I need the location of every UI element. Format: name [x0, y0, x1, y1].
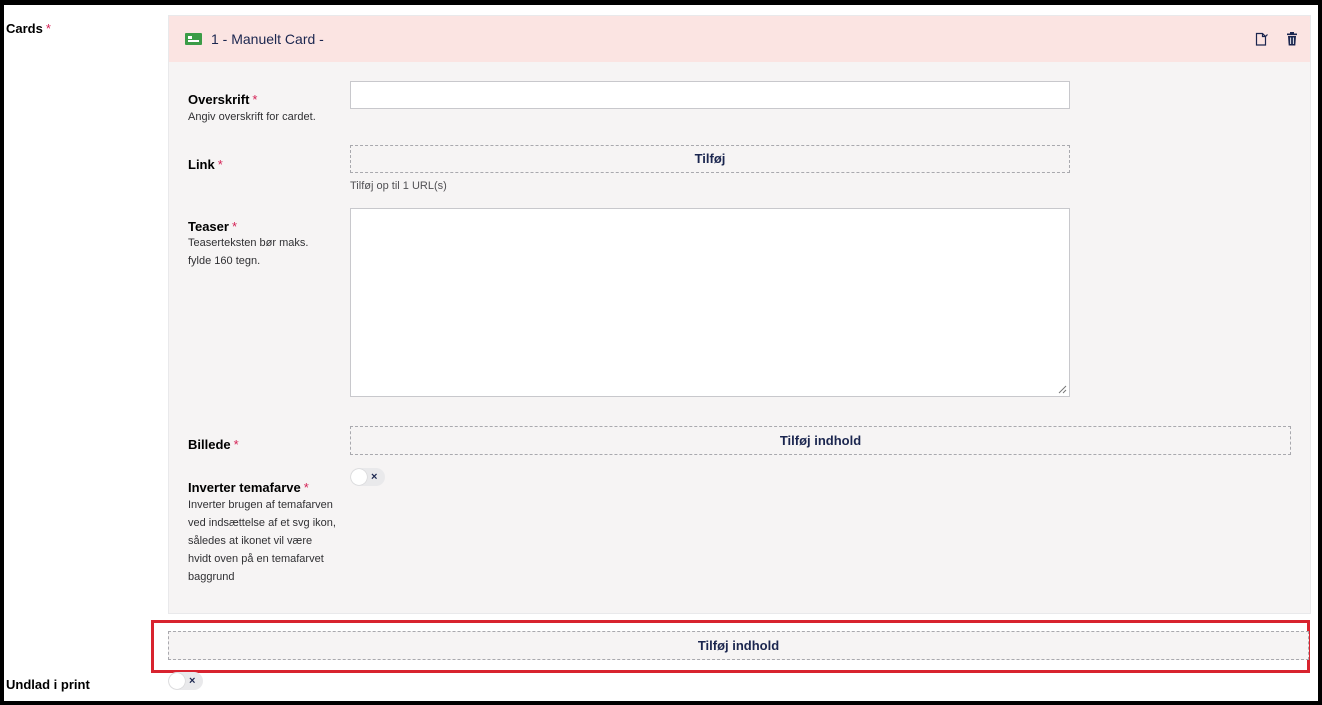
- required-mark: *: [252, 92, 258, 107]
- required-mark: *: [303, 480, 309, 495]
- teaser-textarea[interactable]: [350, 208, 1070, 397]
- undlad-print-toggle[interactable]: ×: [168, 672, 203, 690]
- toggle-knob: [351, 469, 367, 485]
- link-label: Link *: [188, 157, 223, 172]
- teaser-label-text: Teaser: [188, 219, 229, 234]
- inverter-description: Inverter brugen af temafarven ved indsæt…: [188, 499, 336, 583]
- copy-icon[interactable]: [1254, 31, 1270, 47]
- link-add-button[interactable]: Tilføj: [350, 145, 1070, 173]
- inverter-label-text: Inverter temafarve: [188, 480, 301, 495]
- required-mark: *: [233, 437, 239, 452]
- inverter-toggle[interactable]: ×: [350, 468, 385, 486]
- billede-label-text: Billede: [188, 437, 231, 452]
- teaser-description: Teaserteksten bør maks. fylde 160 tegn.: [188, 237, 309, 267]
- overskrift-description: Angiv overskrift for cardet.: [188, 111, 316, 123]
- toggle-off-icon: ×: [189, 675, 196, 687]
- inverter-label: Inverter temafarve *: [188, 480, 309, 495]
- toggle-off-icon: ×: [371, 471, 378, 483]
- overskrift-label: Overskrift *: [188, 92, 257, 107]
- overskrift-input[interactable]: [350, 81, 1070, 109]
- billede-add-content-button[interactable]: Tilføj indhold: [350, 426, 1291, 455]
- required-mark: *: [45, 21, 51, 36]
- required-mark: *: [231, 219, 238, 234]
- cards-property-label: Cards *: [6, 21, 51, 36]
- undlad-print-label: Undlad i print: [6, 677, 90, 692]
- card-header[interactable]: 1 - Manuelt Card -: [169, 16, 1310, 62]
- add-content-button[interactable]: Tilføj indhold: [168, 631, 1309, 660]
- required-mark: *: [217, 157, 223, 172]
- editor-frame: Cards * 1 - Manuelt Card - Overskrift * …: [4, 5, 1318, 701]
- overskrift-label-text: Overskrift: [188, 92, 250, 107]
- resize-grip-icon[interactable]: [1058, 385, 1067, 394]
- link-label-text: Link: [188, 157, 215, 172]
- card-title[interactable]: 1 - Manuelt Card -: [211, 31, 324, 47]
- billede-label: Billede *: [188, 437, 239, 452]
- card-block: 1 - Manuelt Card - Overskrift * Angiv ov…: [168, 15, 1311, 614]
- card-icon: [185, 33, 202, 45]
- teaser-label: Teaser *: [188, 219, 237, 234]
- toggle-knob: [169, 673, 185, 689]
- cards-label-text: Cards: [6, 21, 43, 36]
- link-hint: Tilføj op til 1 URL(s): [350, 180, 447, 192]
- trash-icon[interactable]: [1284, 31, 1300, 47]
